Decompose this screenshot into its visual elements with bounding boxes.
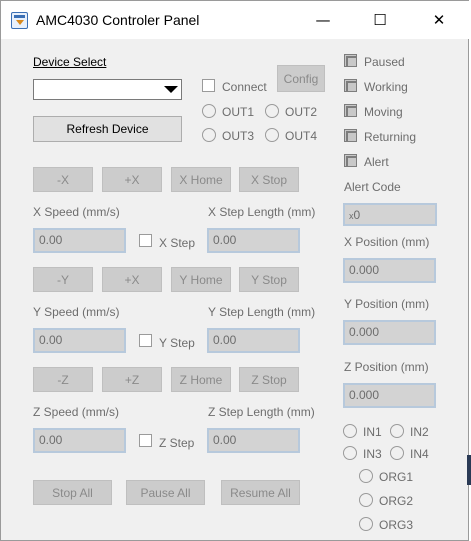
resume-all-button[interactable]: Resume All [221,480,300,505]
z-speed-label: Z Speed (mm/s) [33,405,120,419]
connect-checkbox[interactable] [202,79,215,92]
x-position-field[interactable]: 0.000 [343,258,436,283]
pause-all-button[interactable]: Pause All [126,480,205,505]
y-position-label: Y Position (mm) [344,297,430,311]
paused-label: Paused [364,55,405,69]
title-bar: AMC4030 Controler Panel — ☐ ✕ [1,1,470,39]
x-speed-label: X Speed (mm/s) [33,205,120,219]
moving-label: Moving [364,105,403,119]
x-step-checkbox[interactable] [139,234,152,247]
out2-radio[interactable] [265,104,279,118]
org3-label: ORG3 [379,518,414,532]
app-icon [11,12,28,29]
device-select-label: Device Select [33,55,107,69]
y-step-length-label: Y Step Length (mm) [208,305,316,319]
x-stop-button[interactable]: X Stop [239,167,299,192]
background-window-edge [467,455,471,485]
y-step-label: Y Step [159,336,195,350]
org2-label: ORG2 [379,494,414,508]
stop-all-button[interactable]: Stop All [33,480,112,505]
y-plus-button[interactable]: +X [102,267,162,292]
z-step-checkbox[interactable] [139,434,152,447]
x-step-label: X Step [159,236,196,250]
z-minus-button[interactable]: -Z [33,367,93,392]
out1-radio[interactable] [202,104,216,118]
minimize-button[interactable]: — [300,1,346,39]
in2-label: IN2 [410,425,429,439]
chevron-down-icon [164,86,178,93]
x-minus-button[interactable]: -X [33,167,93,192]
maximize-button[interactable]: ☐ [357,1,403,39]
org2-radio[interactable] [359,493,373,507]
y-home-button[interactable]: Y Home [171,267,231,292]
in3-radio[interactable] [343,446,357,460]
y-stop-button[interactable]: Y Stop [239,267,299,292]
main-window: AMC4030 Controler Panel — ☐ ✕ Device Sel… [0,0,470,541]
z-home-button[interactable]: Z Home [171,367,231,392]
z-position-field[interactable]: 0.000 [343,383,436,408]
in4-radio[interactable] [390,446,404,460]
y-step-length-field[interactable]: 0.00 [207,328,300,353]
connect-label: Connect [222,80,267,94]
org1-label: ORG1 [379,470,414,484]
alert-code-label: Alert Code [344,180,401,194]
alert-code-value: 0 [353,208,361,222]
x-step-length-label: X Step Length (mm) [208,205,316,219]
x-speed-field[interactable]: 0.00 [33,228,126,253]
in2-radio[interactable] [390,424,404,438]
moving-checkbox [344,104,357,117]
refresh-device-button[interactable]: Refresh Device [33,116,182,142]
out3-radio[interactable] [202,128,216,142]
returning-label: Returning [364,130,417,144]
alert-checkbox [344,154,357,167]
z-position-label: Z Position (mm) [344,360,429,374]
out4-label: OUT4 [285,129,318,143]
in1-label: IN1 [363,425,382,439]
x-step-length-field[interactable]: 0.00 [207,228,300,253]
org1-radio[interactable] [359,469,373,483]
z-speed-field[interactable]: 0.00 [33,428,126,453]
in1-radio[interactable] [343,424,357,438]
alert-code-field[interactable]: x0 [343,203,437,226]
alert-label: Alert [364,155,389,169]
paused-checkbox [344,54,357,67]
y-speed-label: Y Speed (mm/s) [33,305,120,319]
x-home-button[interactable]: X Home [171,167,231,192]
window-title: AMC4030 Controler Panel [36,12,200,28]
z-step-label: Z Step [159,436,195,450]
out1-label: OUT1 [222,105,255,119]
x-position-label: X Position (mm) [344,235,430,249]
returning-checkbox [344,129,357,142]
y-step-checkbox[interactable] [139,334,152,347]
out2-label: OUT2 [285,105,318,119]
org3-radio[interactable] [359,517,373,531]
in3-label: IN3 [363,447,382,461]
x-plus-button[interactable]: +X [102,167,162,192]
in4-label: IN4 [410,447,429,461]
out3-label: OUT3 [222,129,255,143]
z-step-length-label: Z Step Length (mm) [208,405,315,419]
config-button[interactable]: Config [277,65,325,92]
close-button[interactable]: ✕ [416,1,462,39]
z-stop-button[interactable]: Z Stop [239,367,299,392]
working-checkbox [344,79,357,92]
z-step-length-field[interactable]: 0.00 [207,428,300,453]
y-speed-field[interactable]: 0.00 [33,328,126,353]
working-label: Working [364,80,408,94]
out4-radio[interactable] [265,128,279,142]
y-position-field[interactable]: 0.000 [343,320,436,345]
z-plus-button[interactable]: +Z [102,367,162,392]
device-select-dropdown[interactable] [33,79,182,100]
y-minus-button[interactable]: -Y [33,267,93,292]
